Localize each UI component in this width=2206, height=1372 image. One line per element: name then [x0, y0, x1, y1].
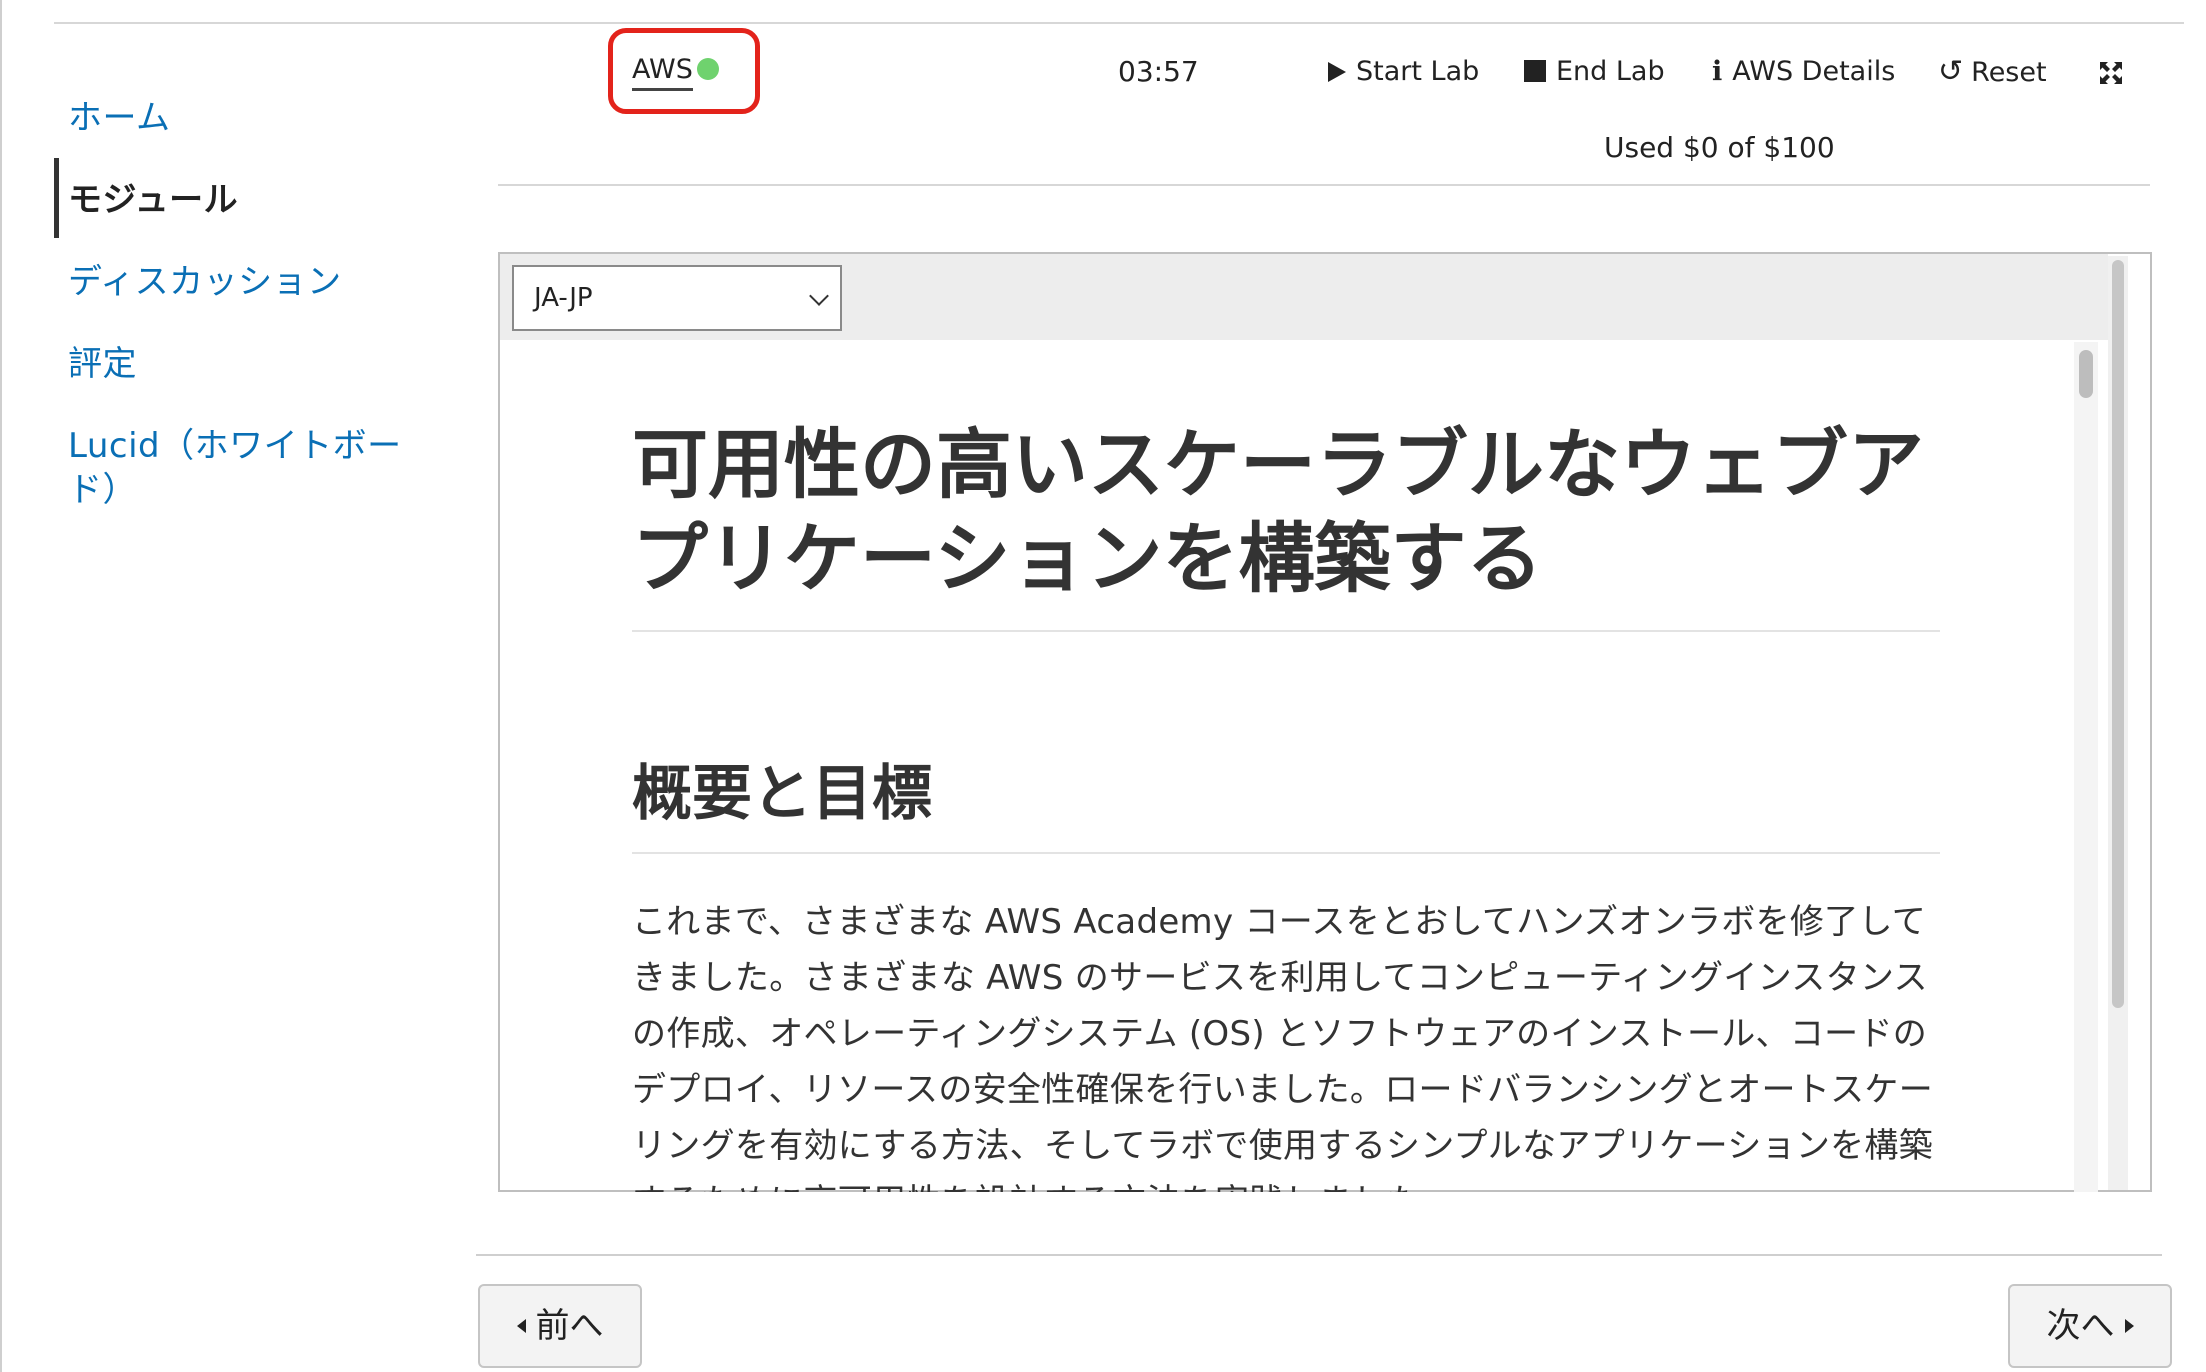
active-indicator [54, 158, 59, 238]
language-select-value: JA-JP [534, 283, 593, 313]
info-icon: i [1712, 56, 1723, 87]
sidebar-item-home[interactable]: ホーム [68, 96, 170, 140]
top-divider [54, 22, 2184, 24]
window-left-edge [0, 0, 2, 1372]
budget-usage: Used $0 of $100 [1604, 131, 1835, 164]
title-divider [632, 630, 1940, 632]
play-icon [1328, 62, 1346, 82]
sidebar-item-modules[interactable]: モジュール [68, 178, 238, 222]
sidebar-item-grades[interactable]: 評定 [68, 342, 137, 386]
end-lab-button[interactable]: End Lab [1524, 54, 1665, 90]
caret-left-icon [516, 1319, 526, 1333]
reset-label: Reset [1971, 57, 2047, 88]
expand-icon[interactable] [2098, 60, 2124, 86]
aws-details-button[interactable]: i AWS Details [1712, 54, 1895, 90]
sidebar-item-discussions[interactable]: ディスカッション [68, 260, 342, 304]
reset-icon: ↺ [1938, 54, 1964, 89]
header-divider [498, 184, 2150, 186]
aws-details-label: AWS Details [1732, 56, 1896, 87]
sidebar-item-lucid[interactable]: Lucid（ホワイトボー ド） [68, 424, 428, 512]
footer-divider [476, 1254, 2162, 1256]
start-lab-button[interactable]: Start Lab [1328, 54, 1479, 90]
intro-paragraph: これまで、さまざまな AWS Academy コースをとおしてハンズオンラボを修… [632, 902, 1934, 1192]
inner-scrollbar-track[interactable] [2074, 342, 2098, 1192]
next-button[interactable]: 次へ [2008, 1284, 2172, 1368]
reset-button[interactable]: ↺ Reset [1938, 54, 2047, 91]
chevron-down-icon [809, 286, 829, 306]
start-lab-label: Start Lab [1356, 56, 1480, 87]
inner-scrollbar-thumb[interactable] [2079, 350, 2093, 398]
stop-icon [1524, 60, 1546, 82]
aws-console-link[interactable]: AWS [632, 54, 693, 91]
end-lab-label: End Lab [1556, 56, 1665, 87]
caret-right-icon [2124, 1319, 2134, 1333]
section-heading: 概要と目標 [632, 759, 932, 829]
aws-status-dot-icon [697, 58, 719, 80]
document-title: 可用性の高いスケーラブルなウェブアプリケーションを構築する [632, 420, 1924, 603]
session-timer: 03:57 [1118, 55, 1199, 88]
outer-scrollbar-thumb[interactable] [2112, 260, 2124, 1008]
previous-button[interactable]: 前へ [478, 1284, 642, 1368]
language-select[interactable]: JA-JP [512, 265, 842, 331]
next-label: 次へ [2046, 1306, 2115, 1346]
section-divider [632, 852, 1940, 854]
previous-label: 前へ [535, 1306, 604, 1346]
